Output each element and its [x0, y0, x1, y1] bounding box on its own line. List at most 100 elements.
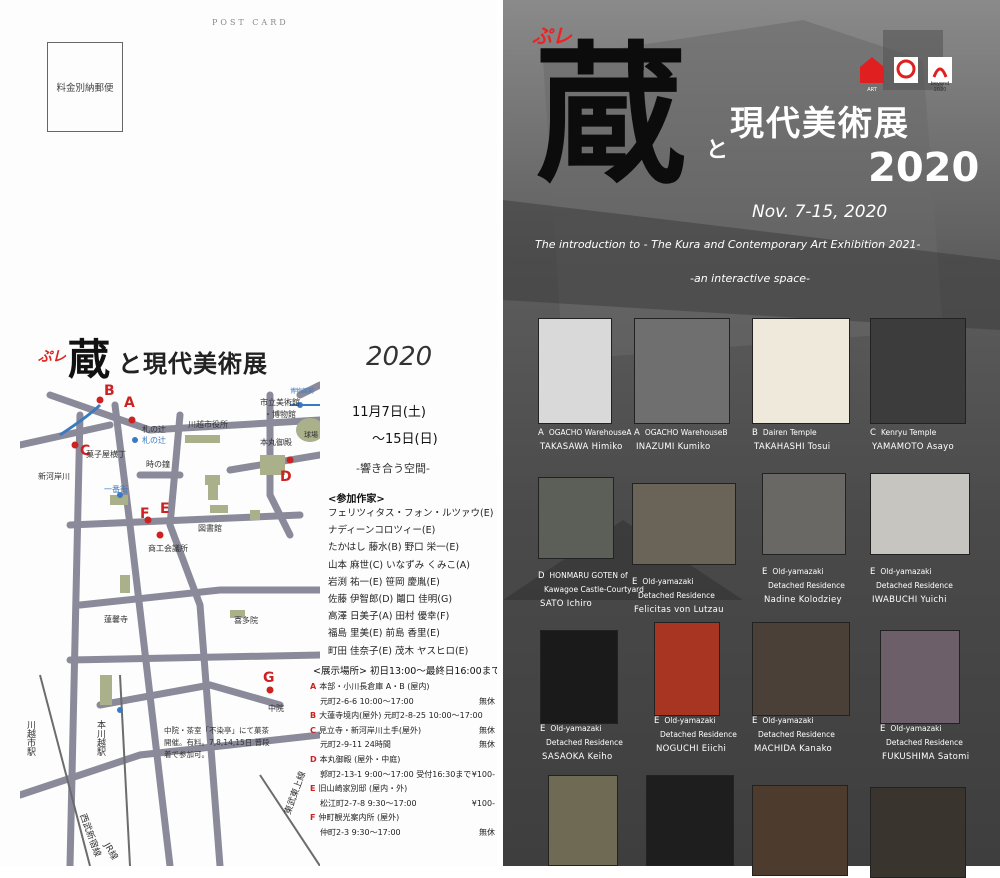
venue-row: D 本丸御殿 (屋外・中庭) [310, 753, 495, 768]
venue-fee: ¥100- [471, 798, 495, 808]
venue-row: B 大蓮寺境内(屋外) 元町2-8-25 10:00〜17:00 無休 [310, 709, 495, 735]
artwork-photo [632, 483, 736, 565]
venue-marker-d [286, 456, 294, 464]
title-year-large: 2020 [868, 145, 980, 191]
artwork-photo [870, 787, 966, 878]
artist-line: 福島 里美(E) 前島 香里(E) [328, 628, 440, 640]
caption-artist: IWABUCHI Yuichi [872, 595, 947, 605]
caption-venue-name: Old-yamazaki [772, 567, 824, 576]
subtitle-jp: -響き合う空間- [356, 462, 430, 475]
map-label: 本丸御殿 [260, 437, 292, 447]
artist-line: 町田 佳奈子(E) 茂木 ヤスヒロ(E) [328, 645, 469, 657]
caption-venue-name: HONMARU GOTEN of [549, 571, 628, 580]
map-road [20, 421, 114, 449]
map-label: 博物館前 [290, 387, 314, 395]
artist-list: フェリツィタス・フォン・ルツァウ(E) ナディーンコロツィー(E) たかはし 藤… [328, 505, 497, 660]
artwork-caption: E Old-yamazaki Detached Residence MACHIDA K… [752, 714, 882, 757]
caption-artist: MACHIDA Kanako [754, 744, 832, 754]
venue-letter: C [310, 725, 316, 735]
artwork-caption: E Old-yamazaki Detached Residence FUKUSHIMA… [880, 722, 1000, 765]
caption-detail: Detached Residence [758, 730, 835, 739]
venue-row: C 見立寺・新河岸川土手(屋外) [310, 724, 495, 739]
caption-venue-name: Old-yamazaki [642, 577, 694, 586]
map-letter-b: B [104, 383, 115, 399]
date-start: 11月7日(土) [352, 405, 426, 420]
venue-text: 旧山崎家別邸 (屋内・外) [318, 784, 408, 794]
map-letter-e: E [160, 501, 170, 517]
artwork-photo [762, 473, 846, 555]
caption-letter: A [538, 428, 544, 438]
caption-artist: TAKAHASHI Tosui [754, 442, 831, 452]
map-label: 中院 [268, 703, 284, 713]
map-label: 川越市駅 [25, 720, 36, 757]
map-label: ・博物館 [264, 409, 296, 419]
caption-venue-name: Old-yamazaki [890, 724, 942, 733]
artwork-photo [870, 318, 966, 424]
map-label: 札の辻 [142, 435, 166, 445]
venue-letter: B [310, 711, 317, 721]
venue-row: E 旧山崎家別邸 (屋内・外) [310, 782, 495, 797]
venue-text: 郭町2-13-1 9:00〜17:00 受付16:30まで [320, 769, 472, 779]
artwork-photo [538, 477, 614, 559]
caption-letter: E [752, 716, 758, 726]
artwork-photo [540, 630, 618, 724]
title-rest: と現代美術展 [118, 350, 268, 378]
map-road [66, 511, 304, 529]
venue-row: 郭町2-13-1 9:00〜17:00 受付16:30まで ¥100- [310, 768, 495, 783]
map-label: 東武東上線 [282, 770, 309, 816]
caption-letter: E [540, 724, 546, 734]
map-building [208, 480, 218, 500]
venue-text: 仲町観光案内所 (屋外) [318, 813, 400, 823]
venue-text: 見立寺・新河岸川土手(屋外) [318, 725, 422, 735]
logo-label: ART [867, 87, 877, 93]
map-letter-d: D [280, 469, 292, 485]
caption-detail: Detached Residence [876, 581, 953, 590]
venue-text: 元町2-6-6 10:00〜17:00 [320, 696, 414, 706]
notice-text: 中院・茶室「不染亭」にて菓茶開催。有料。7,8,14,15日 普段着で参加可。 [164, 726, 270, 759]
map-building [210, 505, 228, 513]
caption-venue-name: OGACHO WarehouseA [548, 428, 632, 437]
venue-row: A 本部・小川長倉庫 A・B (屋内) [310, 680, 495, 695]
sponsor-logos: ART beyond 2020 [858, 55, 958, 95]
caption-artist: Felicitas von Lutzau [634, 605, 724, 615]
artwork-caption: C Kenryu Temple YAMAMOTO Asayo [870, 426, 1000, 455]
house-art-icon: ART [858, 55, 886, 93]
artwork-photo [646, 775, 734, 866]
caption-artist: SASAOKA Keiho [542, 752, 613, 762]
venue-letter: E [310, 784, 316, 794]
artist-line: 山本 麻世(C) いなずみ くみこ(A) [328, 559, 470, 571]
artist-line: フェリツィタス・フォン・ルツァウ(E) [328, 508, 494, 519]
artwork-photo [752, 318, 850, 424]
map-label: 喜多院 [234, 615, 258, 625]
venue-fee: 無休 [479, 696, 495, 706]
postage-stamp-box: 料金別納郵便 [47, 42, 123, 132]
caption-detail: Detached Residence [886, 738, 963, 747]
map-label: 蓮馨寺 [104, 614, 128, 624]
logo-label: beyond 2020 [930, 81, 950, 93]
caption-venue-name: Old-yamazaki [664, 716, 716, 725]
caption-artist: YAMAMOTO Asayo [872, 442, 954, 452]
caption-letter: A [634, 428, 640, 438]
caption-venue-name: Dairen Temple [762, 428, 817, 437]
venue-row: F 仲町観光案内所 (屋外) [310, 811, 495, 826]
map-building [185, 435, 220, 443]
caption-artist: INAZUMI Kumiko [636, 442, 711, 452]
bus-stop-marker [132, 437, 138, 443]
map-label: 球場 [304, 430, 318, 439]
map-label: 市立美術館 [260, 397, 300, 407]
bus-stop-marker [117, 707, 123, 713]
artwork-photo [870, 473, 970, 555]
caption-letter: E [654, 716, 660, 726]
map-label: 商工会議所 [148, 543, 188, 553]
caption-venue-name: Old-yamazaki [762, 716, 814, 725]
title-pre-label: ぷレ [38, 349, 66, 365]
map-building [100, 675, 112, 705]
caption-venue: E Old-yamazaki [632, 575, 762, 589]
venue-text: 仲町2-3 9:30〜17:00 [320, 827, 401, 837]
venue-row: 元町2-6-6 10:00〜17:00 無休 [310, 695, 495, 710]
artwork-photo [538, 318, 612, 424]
caption-venue: C Kenryu Temple [870, 426, 1000, 440]
map-label: 本川越駅 [95, 719, 106, 757]
venue-text: 本丸御殿 (屋外・中庭) [319, 754, 401, 764]
venue-fee: 無休 [479, 827, 495, 837]
